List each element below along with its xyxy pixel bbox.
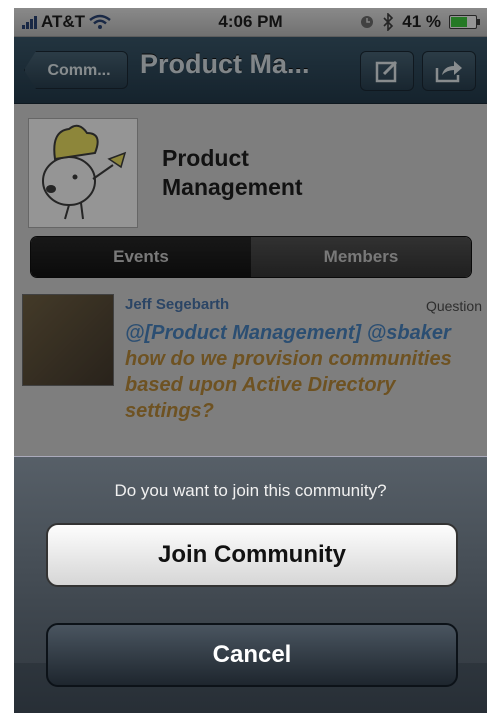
cancel-button[interactable]: Cancel <box>46 623 458 687</box>
phone-screen: AT&T 4:06 PM 41 % Comm... Product Ma... <box>14 8 487 713</box>
action-sheet: Do you want to join this community? Join… <box>14 456 487 713</box>
join-community-button[interactable]: Join Community <box>46 523 458 587</box>
action-sheet-prompt: Do you want to join this community? <box>114 481 387 500</box>
